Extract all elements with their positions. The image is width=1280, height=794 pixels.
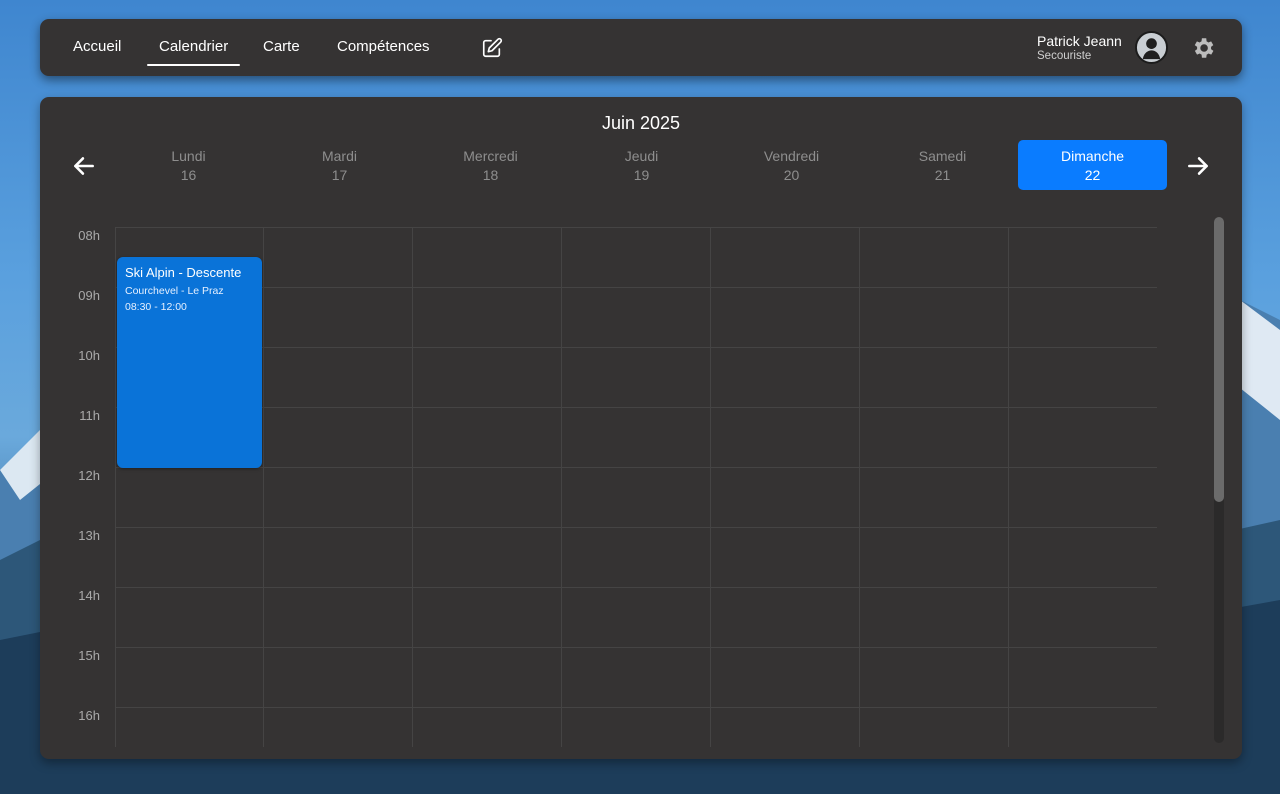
calendar-grid[interactable] [115, 227, 1157, 747]
day-header-samedi[interactable]: Samedi 21 [868, 140, 1017, 190]
grid-line [115, 227, 1157, 228]
grid-line [115, 587, 1157, 588]
nav-item-calendrier[interactable]: Calendrier [146, 19, 241, 76]
day-date: 16 [180, 167, 197, 183]
hour-label: 12h [78, 468, 100, 483]
hour-label: 13h [78, 528, 100, 543]
arrow-left-icon[interactable] [71, 153, 97, 179]
top-navigation-bar: Accueil Calendrier Carte Compétences Pat… [40, 19, 1242, 76]
grid-line [115, 467, 1157, 468]
grid-line [115, 347, 1157, 348]
day-date: 22 [1084, 167, 1101, 183]
hour-label: 14h [78, 588, 100, 603]
day-header-vendredi[interactable]: Vendredi 20 [717, 140, 866, 190]
user-name: Patrick Jeann [1037, 33, 1122, 49]
hour-label: 16h [78, 708, 100, 723]
user-avatar-icon[interactable] [1135, 31, 1168, 64]
day-name: Mardi [321, 148, 357, 164]
day-name: Vendredi [763, 148, 820, 164]
grid-line [561, 227, 562, 747]
day-header-dimanche[interactable]: Dimanche 22 [1018, 140, 1167, 190]
event-time: 08:30 - 12:00 [125, 301, 187, 313]
day-header-jeudi[interactable]: Jeudi 19 [567, 140, 716, 190]
pencil-square-icon[interactable] [481, 37, 503, 59]
event-title: Ski Alpin - Descente [125, 265, 242, 280]
nav-item-accueil[interactable]: Accueil [73, 19, 121, 76]
day-name: Samedi [918, 148, 967, 164]
grid-line [115, 707, 1157, 708]
calendar-panel: Juin 2025 Lundi 16 Mardi 17 Mercredi 18 … [40, 97, 1242, 759]
hour-label: 08h [78, 228, 100, 243]
hour-label: 15h [78, 648, 100, 663]
day-date: 19 [633, 167, 650, 183]
day-name: Lundi [171, 148, 206, 164]
day-date: 21 [934, 167, 951, 183]
grid-line [115, 647, 1157, 648]
grid-line [115, 407, 1157, 408]
user-role: Secouriste [1037, 50, 1092, 62]
month-title: Juin 2025 [601, 113, 681, 133]
grid-line [115, 227, 116, 747]
day-date: 18 [482, 167, 499, 183]
day-header-lundi[interactable]: Lundi 16 [114, 140, 263, 190]
grid-line [710, 227, 711, 747]
grid-line [115, 287, 1157, 288]
grid-line [1008, 227, 1009, 747]
hour-label: 11h [79, 408, 100, 423]
arrow-right-icon[interactable] [1185, 153, 1211, 179]
hour-label: 09h [78, 288, 100, 303]
grid-line [859, 227, 860, 747]
grid-line [412, 227, 413, 747]
day-name: Mercredi [463, 148, 518, 164]
hour-label: 10h [78, 348, 100, 363]
nav-item-competences[interactable]: Compétences [337, 19, 430, 76]
day-date: 20 [783, 167, 800, 183]
day-name: Jeudi [624, 148, 659, 164]
nav-item-carte[interactable]: Carte [263, 19, 300, 76]
gear-icon[interactable] [1190, 35, 1216, 61]
event-location: Courchevel - Le Praz [125, 285, 224, 297]
day-name: Dimanche [1060, 148, 1125, 164]
calendar-event[interactable]: Ski Alpin - Descente Courchevel - Le Pra… [117, 257, 262, 468]
day-header-mercredi[interactable]: Mercredi 18 [416, 140, 565, 190]
day-date: 17 [331, 167, 348, 183]
grid-line [263, 227, 264, 747]
grid-line [115, 527, 1157, 528]
day-header-mardi[interactable]: Mardi 17 [265, 140, 414, 190]
scrollbar-thumb[interactable] [1214, 217, 1224, 502]
